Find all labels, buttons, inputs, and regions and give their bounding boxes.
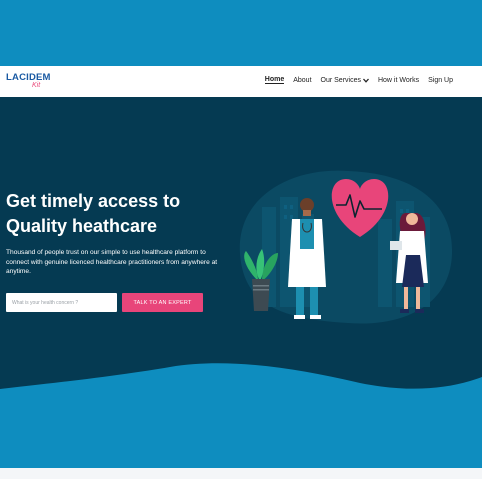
navbar: LACIDEM Kit Home About Our Services How …: [0, 66, 482, 97]
nav-item-home[interactable]: Home: [264, 76, 285, 84]
nav-item-our-services-label: Our Services: [320, 76, 361, 84]
top-band: [0, 0, 482, 66]
hero-section: Get timely access to Quality heathcare T…: [0, 97, 482, 397]
nav-item-about[interactable]: About: [293, 76, 311, 84]
health-concern-input[interactable]: [6, 293, 117, 312]
talk-to-expert-button[interactable]: TALK TO AN EXPERT: [122, 293, 203, 312]
hero-title: Get timely access to Quality heathcare: [6, 189, 236, 239]
hero-title-line1: Get timely access to: [6, 191, 181, 211]
hero-title-line2: Quality heathcare: [6, 216, 158, 236]
hero-description: Thousand of people trust on our simple t…: [6, 249, 218, 275]
nav-links: Home About Our Services How it Works Sig…: [256, 76, 453, 84]
footer-strip: [0, 468, 482, 479]
logo-main-text: LACIDEM: [6, 72, 51, 83]
nav-item-how-it-works[interactable]: How it Works: [378, 76, 419, 84]
hero-wave: [0, 363, 482, 468]
chevron-down-icon: [362, 78, 369, 83]
nav-item-sign-up[interactable]: Sign Up: [428, 76, 453, 84]
nav-item-our-services[interactable]: Our Services: [321, 76, 369, 84]
doctors-illustration: [239, 170, 453, 324]
logo[interactable]: LACIDEM Kit: [6, 73, 51, 89]
